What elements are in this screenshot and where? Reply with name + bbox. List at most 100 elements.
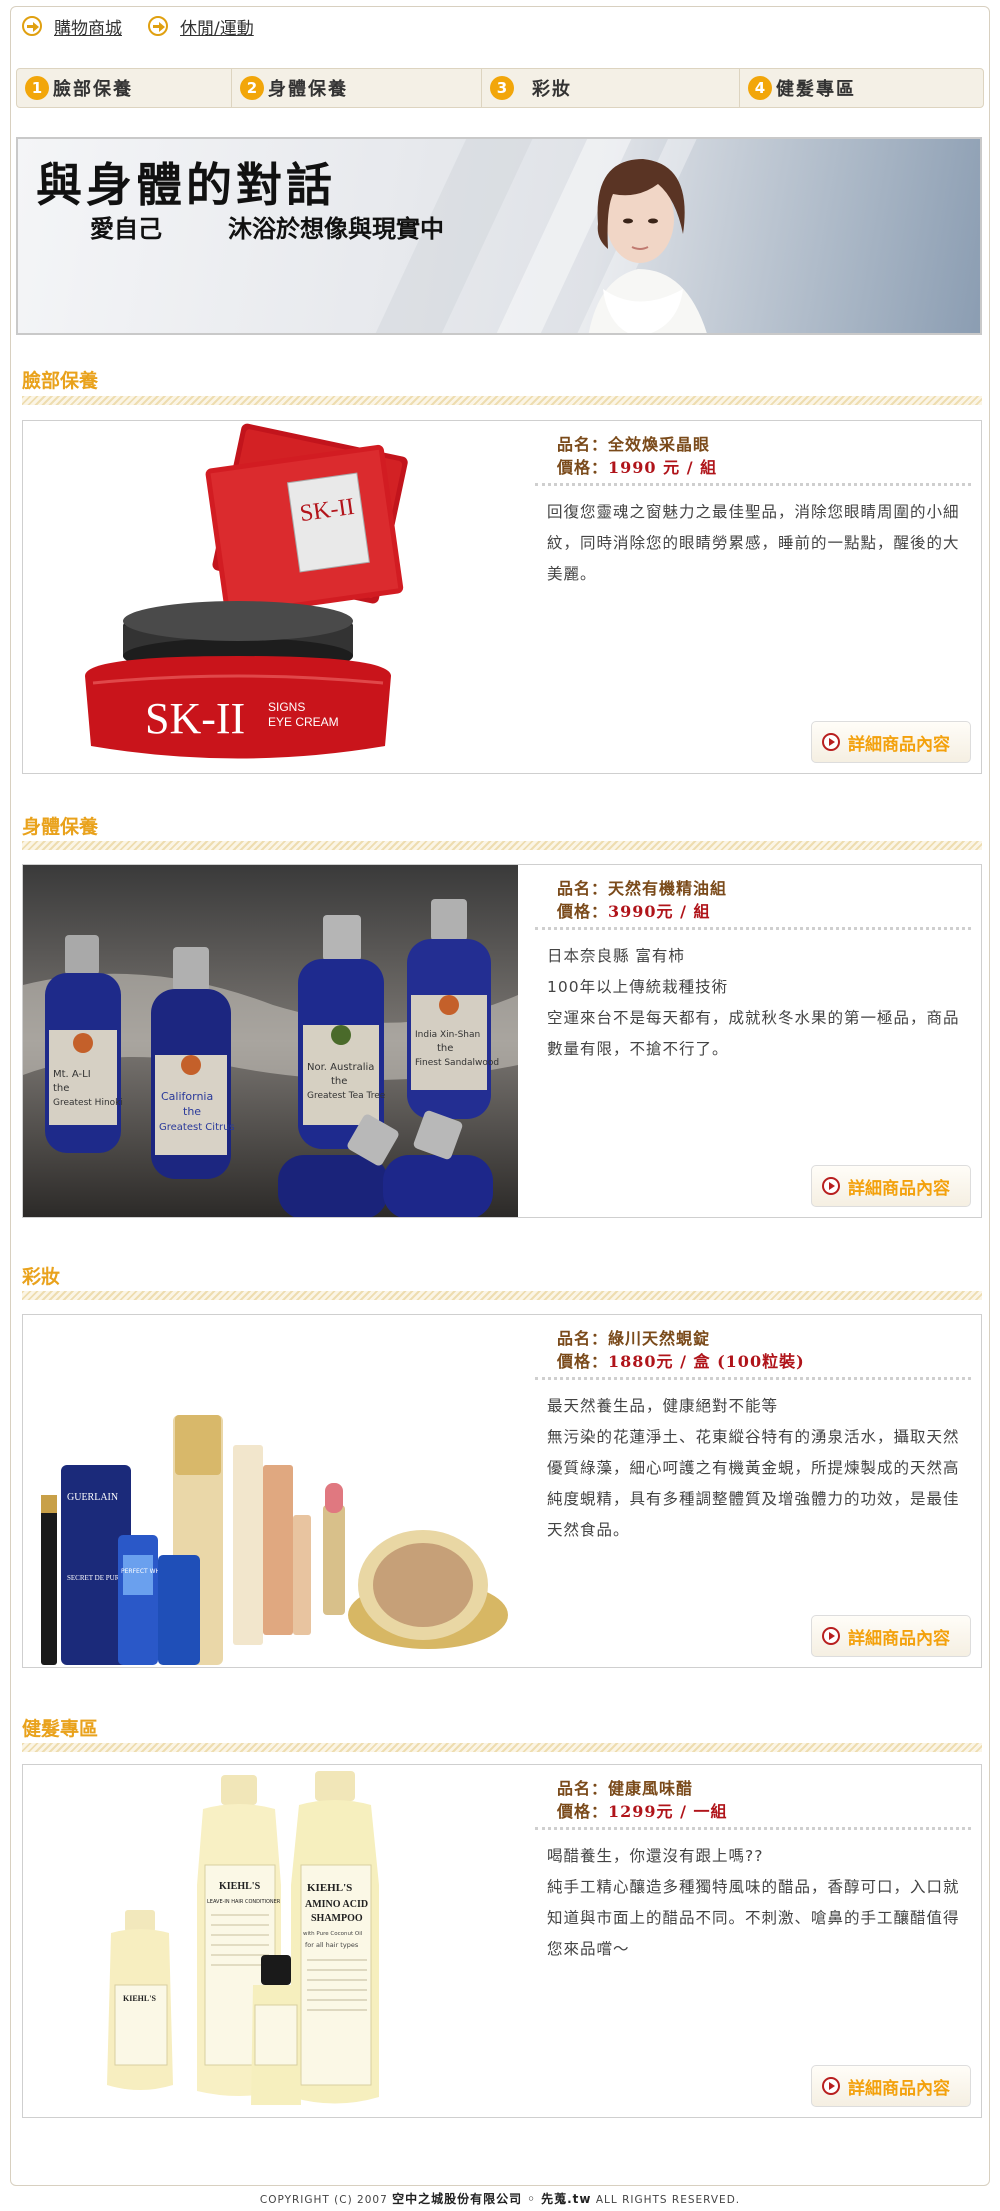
detail-button-label[interactable]: 詳細商品內容 xyxy=(848,2074,950,2099)
product-price: 價格：3990元 / 組 xyxy=(557,902,711,921)
detail-button-label[interactable]: 詳細商品內容 xyxy=(848,1624,950,1649)
detail-button[interactable]: 詳細商品內容 xyxy=(811,1615,971,1657)
jar-line-text: EYE CREAM xyxy=(268,715,339,729)
detail-button[interactable]: 詳細商品內容 xyxy=(811,1165,971,1207)
detail-button[interactable]: 詳細商品內容 xyxy=(811,721,971,763)
section-title-makeup: 彩妝 xyxy=(22,1266,61,1288)
product-price-value: 1299元 / 一組 xyxy=(608,1802,728,1821)
product-name: 品名：健康風味醋 xyxy=(557,1779,694,1798)
hero-banner: 與身體的對話 愛自己 沐浴於想像與現實中 xyxy=(16,137,982,335)
svg-text:the: the xyxy=(331,1076,347,1087)
tab-label[interactable]: 身體保養 xyxy=(268,75,348,101)
svg-text:the: the xyxy=(53,1083,69,1094)
product-price: 價格：1990 元 / 組 xyxy=(557,458,718,477)
breadcrumb-label[interactable]: 休閒/運動 xyxy=(180,14,254,39)
svg-text:the: the xyxy=(183,1105,201,1118)
product-card-face: SK-II SK-II SIGNS EYE CREAM 品名：全效煥采晶眼 價格… xyxy=(22,420,982,774)
number-badge-icon: 3 xyxy=(490,76,514,100)
play-icon xyxy=(822,2077,840,2095)
svg-text:Greatest Citrus: Greatest Citrus xyxy=(159,1122,235,1133)
section-divider xyxy=(22,396,982,405)
product-card-body: Mt. A-LI the Greatest Hinoki California … xyxy=(22,864,982,1218)
tab-makeup[interactable]: 3 彩妝 xyxy=(482,69,740,107)
company-name: 空中之城股份有限公司 ◦ 先蒐.tw xyxy=(392,2192,592,2206)
section-divider xyxy=(22,1743,982,1752)
detail-button-label[interactable]: 詳細商品內容 xyxy=(848,1174,950,1199)
bottle-label: Mt. A-LI xyxy=(53,1069,91,1080)
footer: COPYRIGHT (C) 2007 空中之城股份有限公司 ◦ 先蒐.tw AL… xyxy=(0,2190,1000,2207)
svg-text:SHAMPOO: SHAMPOO xyxy=(311,1913,363,1924)
svg-text:KIEHL'S: KIEHL'S xyxy=(219,1881,261,1892)
jar-brand-text: SK-II xyxy=(145,694,245,743)
product-price: 價格：1299元 / 一組 xyxy=(557,1802,728,1821)
tab-hair-care[interactable]: 4 健髮專區 xyxy=(740,69,983,107)
product-description: 回復您靈魂之窗魅力之最佳聖品，消除您眼睛周圍的小細紋，同時消除您的眼睛勞累感，睡… xyxy=(547,503,960,583)
product-name-value: 天然有機精油組 xyxy=(608,879,728,898)
copyright-prefix: COPYRIGHT (C) 2007 xyxy=(259,2194,388,2206)
product-price-value: 1990 元 / 組 xyxy=(608,458,718,477)
tab-label[interactable]: 健髮專區 xyxy=(776,75,856,101)
banner-subtitle: 愛自己 xyxy=(90,215,162,243)
product-name-value: 健康風味醋 xyxy=(608,1779,694,1798)
svg-text:the: the xyxy=(437,1043,453,1054)
svg-text:for all hair types: for all hair types xyxy=(305,1941,359,1949)
product-card-hair: KIEHL'S AMINO ACID SHAMPOO with Pure Coc… xyxy=(22,1764,982,2118)
number-badge-icon: 2 xyxy=(240,76,264,100)
product-image: GUERLAIN SECRET DE PURETE PERFECT WHITE xyxy=(23,1315,518,1667)
product-name: 品名：全效煥采晶眼 xyxy=(557,435,711,454)
banner-subtitle: 沐浴於想像與現實中 xyxy=(228,215,444,243)
svg-text:KIEHL'S: KIEHL'S xyxy=(123,1994,156,2003)
model-photo xyxy=(588,159,707,333)
arrow-right-icon xyxy=(22,16,42,36)
svg-text:Finest Sandalwood: Finest Sandalwood xyxy=(415,1058,499,1068)
detail-button[interactable]: 詳細商品內容 xyxy=(811,2065,971,2107)
number-badge-icon: 1 xyxy=(25,76,49,100)
dotted-divider xyxy=(535,483,971,487)
tab-body-care[interactable]: 2 身體保養 xyxy=(232,69,482,107)
section-title-hair: 健髮專區 xyxy=(22,1718,99,1740)
product-description: 日本奈良縣 富有柿 100年以上傳統栽種技術 空運來台不是每天都有，成就秋冬水果… xyxy=(547,947,960,1058)
svg-text:KIEHL'S: KIEHL'S xyxy=(307,1882,352,1894)
dotted-divider xyxy=(535,1827,971,1831)
category-tabs: 1 臉部保養 2 身體保養 3 彩妝 4 健髮專區 xyxy=(16,68,984,108)
section-title-face: 臉部保養 xyxy=(22,370,99,392)
section-divider xyxy=(22,1291,982,1300)
svg-text:Greatest Hinoki: Greatest Hinoki xyxy=(53,1098,123,1108)
product-image: Mt. A-LI the Greatest Hinoki California … xyxy=(23,865,518,1217)
product-price-value: 1880元 / 盒 (100粒裝) xyxy=(608,1352,805,1371)
play-icon xyxy=(822,1627,840,1645)
jar-line-text: SIGNS xyxy=(268,700,305,714)
breadcrumb-link-leisure[interactable]: 休閒/運動 xyxy=(148,14,254,39)
svg-text:LEAVE-IN HAIR CONDITIONER: LEAVE-IN HAIR CONDITIONER xyxy=(207,1899,281,1905)
section-divider xyxy=(22,841,982,850)
breadcrumb: 購物商城 休閒/運動 xyxy=(22,14,280,39)
dotted-divider xyxy=(535,927,971,931)
svg-text:Nor. Australia: Nor. Australia xyxy=(307,1062,374,1073)
product-image: KIEHL'S AMINO ACID SHAMPOO with Pure Coc… xyxy=(23,1765,518,2117)
tab-label[interactable]: 臉部保養 xyxy=(53,75,133,101)
brand-text: GUERLAIN xyxy=(67,1492,118,1503)
product-name: 品名：綠川天然蜆錠 xyxy=(557,1329,711,1348)
product-name-value: 綠川天然蜆錠 xyxy=(608,1329,711,1348)
banner-title: 與身體的對話 xyxy=(36,158,336,212)
svg-text:California: California xyxy=(161,1090,213,1103)
breadcrumb-link-shop[interactable]: 購物商城 xyxy=(22,14,122,39)
tab-face-care[interactable]: 1 臉部保養 xyxy=(17,69,232,107)
svg-text:with Pure Coconut Oil: with Pure Coconut Oil xyxy=(303,1931,363,1937)
section-title-body: 身體保養 xyxy=(22,816,99,838)
svg-text:Greatest Tea Tree: Greatest Tea Tree xyxy=(307,1091,386,1101)
dotted-divider xyxy=(535,1377,971,1381)
svg-text:AMINO ACID: AMINO ACID xyxy=(305,1899,368,1910)
product-name: 品名：天然有機精油組 xyxy=(557,879,728,898)
tab-label[interactable]: 彩妝 xyxy=(532,75,572,101)
play-icon xyxy=(822,1177,840,1195)
detail-button-label[interactable]: 詳細商品內容 xyxy=(848,730,950,755)
play-icon xyxy=(822,733,840,751)
product-price-value: 3990元 / 組 xyxy=(608,902,711,921)
breadcrumb-label[interactable]: 購物商城 xyxy=(54,14,122,39)
product-name-value: 全效煥采晶眼 xyxy=(608,435,711,454)
copyright-suffix: ALL RIGHTS RESERVED. xyxy=(595,2194,741,2206)
product-description: 最天然養生品，健康絕對不能等 無污染的花蓮淨土、花東縱谷特有的湧泉活水，攝取天然… xyxy=(547,1397,960,1539)
svg-text:India Xin-Shan: India Xin-Shan xyxy=(415,1030,480,1040)
product-description: 喝醋養生，你還沒有跟上嗎?? 純手工精心釀造多種獨特風味的醋品，香醇可口，入口就… xyxy=(547,1847,960,1958)
